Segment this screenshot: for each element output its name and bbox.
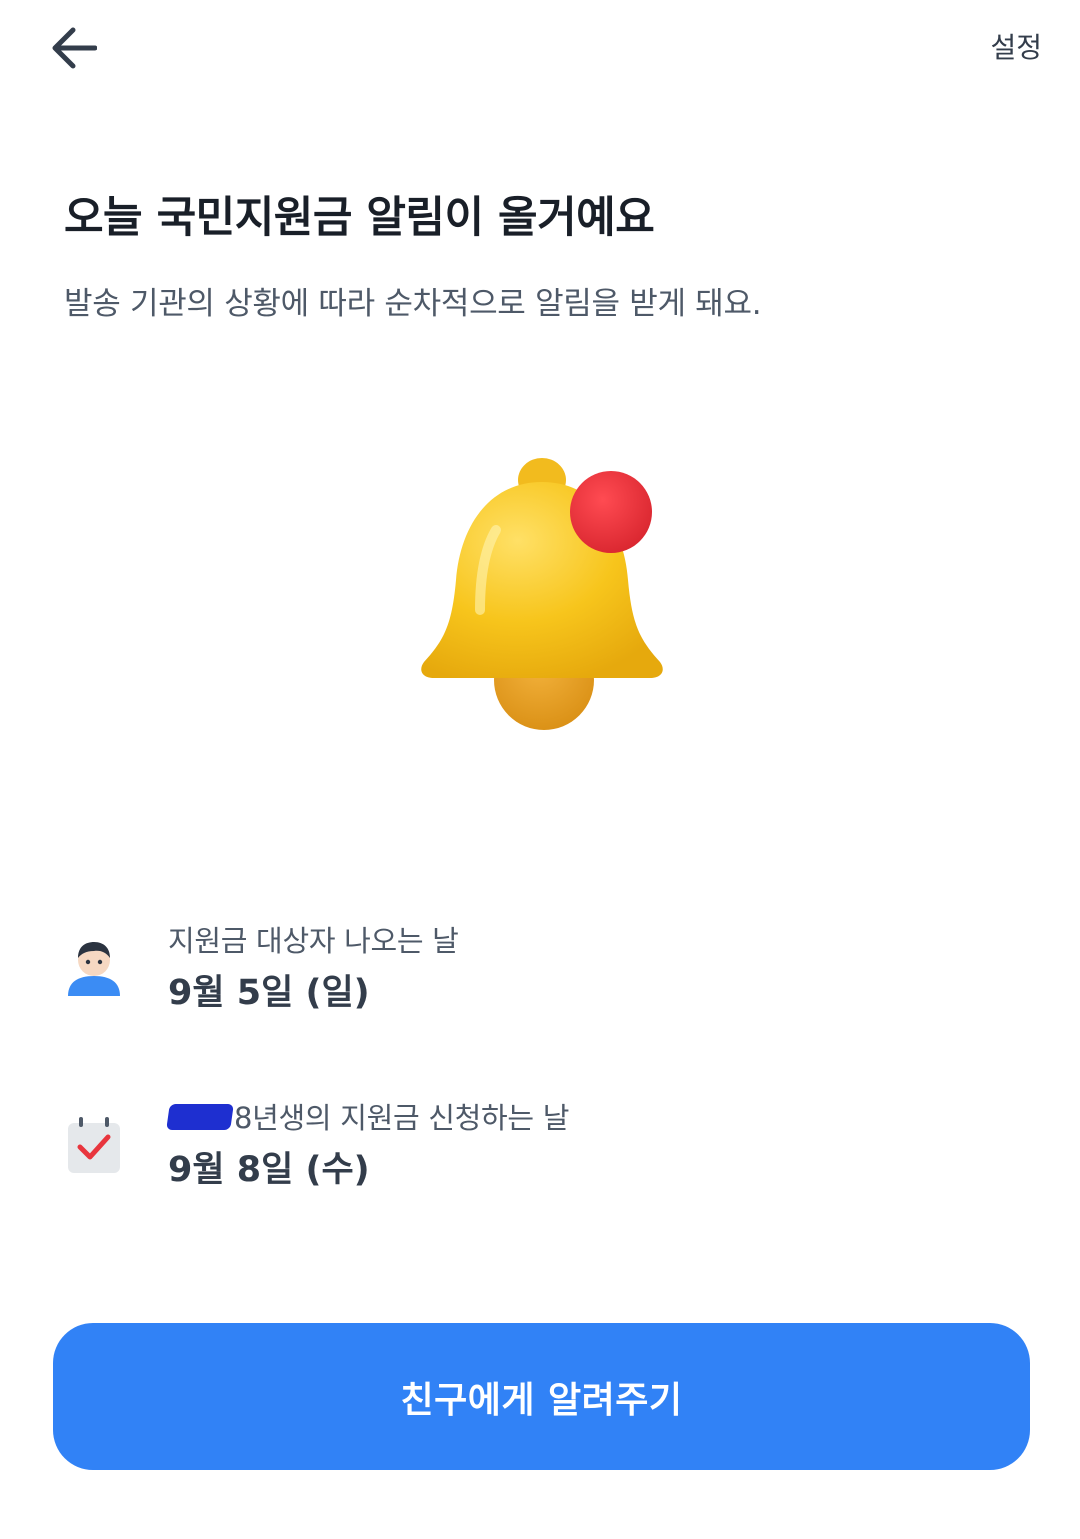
- redaction-mark: [166, 1104, 234, 1130]
- schedule-date: 9월 8일 (수): [168, 1150, 370, 1190]
- schedule-item: 지원금 대상자 나오는 날 9월 5일 (일): [0, 918, 1080, 1038]
- calendar-check-icon: [62, 1113, 126, 1177]
- settings-button[interactable]: 설정: [990, 26, 1042, 70]
- bell-illustration: [400, 440, 680, 740]
- share-with-friend-button[interactable]: 친구에게 알려주기: [53, 1323, 1030, 1470]
- page-title: 오늘 국민지원금 알림이 올거예요: [64, 193, 655, 243]
- page-subtitle: 발송 기관의 상황에 따라 순차적으로 알림을 받게 돼요.: [64, 286, 762, 322]
- schedule-label-text: 8년생의 지원금 신청하는 날: [234, 1101, 570, 1135]
- top-bar: 설정: [0, 0, 1080, 100]
- schedule-item: 8년생의 지원금 신청하는 날 9월 8일 (수): [0, 1095, 1080, 1215]
- schedule-label: 8년생의 지원금 신청하는 날: [166, 1095, 570, 1137]
- schedule-label: 지원금 대상자 나오는 날: [168, 924, 459, 958]
- back-button[interactable]: [44, 20, 104, 76]
- person-icon: [62, 936, 126, 1000]
- bell-with-notification-dot-icon: [421, 458, 663, 730]
- schedule-date: 9월 5일 (일): [168, 973, 370, 1013]
- arrow-left-icon: [52, 27, 97, 69]
